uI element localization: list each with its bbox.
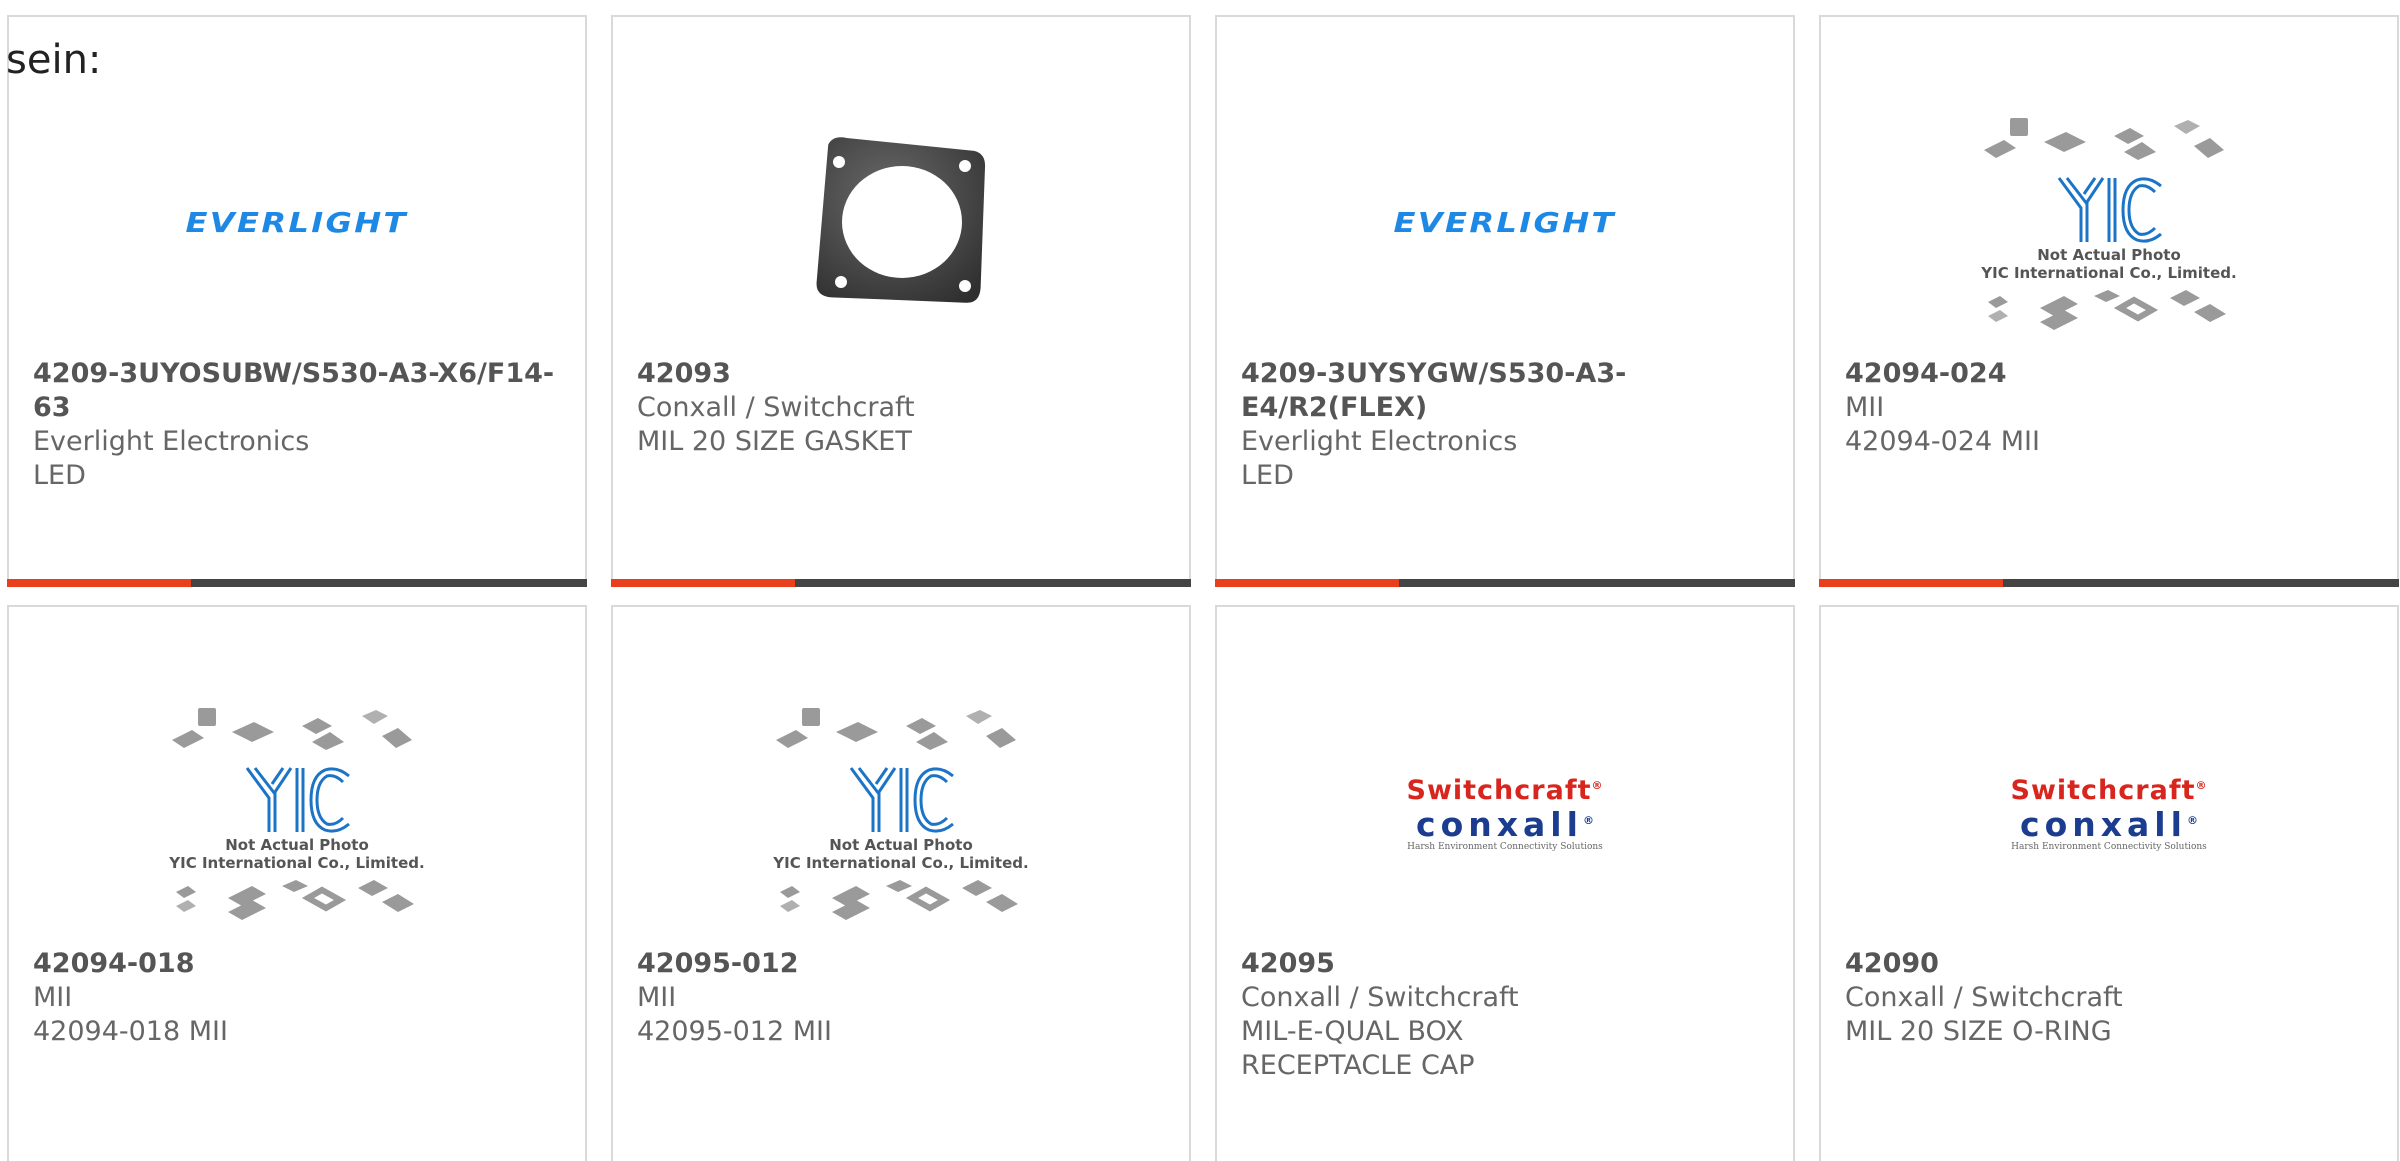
- chip-icons-top: [1984, 118, 2224, 160]
- manufacturer: Everlight Electronics: [33, 426, 310, 457]
- product-info: 42093 Conxall / Switchcraft MIL 20 SIZE …: [637, 357, 1165, 459]
- product-info: 4209-3UYSYGW/S530-A3-E4/R2(FLEX) Everlig…: [1241, 357, 1769, 493]
- description: 42094-024 MII: [1845, 426, 2040, 457]
- product-info: 4209-3UYOSUBW/S530-A3-X6/F14-63 Everligh…: [33, 357, 561, 493]
- manufacturer: Conxall / Switchcraft: [637, 392, 915, 423]
- conxall-tagline: Harsh Environment Connectivity Solutions: [2011, 841, 2207, 852]
- product-image[interactable]: Switchcraft® conxall® Harsh Environment …: [1821, 667, 2397, 957]
- gasket-photo: [816, 137, 986, 303]
- product-card[interactable]: Not Actual Photo YIC International Co., …: [7, 605, 587, 1161]
- everlight-logo: EVERLIGHT: [185, 205, 409, 239]
- yic-caption-line1: Not Actual Photo: [225, 836, 369, 854]
- chip-icons-top: [172, 708, 412, 750]
- yic-placeholder-image: Not Actual Photo YIC International Co., …: [766, 702, 1036, 922]
- description: 42095-012 MII: [637, 1016, 832, 1047]
- product-info: 42095-012 MII 42095-012 MII: [637, 947, 1165, 1049]
- conxall-tagline: Harsh Environment Connectivity Solutions: [1407, 841, 1603, 852]
- part-number-link[interactable]: 42094-018: [33, 947, 561, 981]
- yic-caption-line2: YIC International Co., Limited.: [1981, 264, 2237, 282]
- switchcraft-wordmark: Switchcraft: [2010, 774, 2196, 806]
- product-image[interactable]: [613, 77, 1189, 367]
- switchcraft-conxall-logo: Switchcraft® conxall® Harsh Environment …: [2011, 772, 2208, 853]
- product-card[interactable]: Switchcraft® conxall® Harsh Environment …: [1819, 605, 2399, 1161]
- product-card[interactable]: Not Actual Photo YIC International Co., …: [1819, 15, 2399, 587]
- everlight-logo: EVERLIGHT: [1393, 205, 1617, 239]
- chip-icons-bottom: [780, 880, 1018, 920]
- product-card[interactable]: EVERLIGHT 4209-3UYSYGW/S530-A3-E4/R2(FLE…: [1215, 15, 1795, 587]
- yic-placeholder-image: Not Actual Photo YIC International Co., …: [162, 702, 432, 922]
- part-number-link[interactable]: 42095-012: [637, 947, 1165, 981]
- yic-logo-icon: [849, 767, 954, 833]
- card-accent-bar: [7, 579, 587, 587]
- switchcraft-registered-mark: ®: [1591, 778, 1604, 792]
- description: LED: [33, 460, 86, 491]
- part-number-link[interactable]: 4209-3UYOSUBW/S530-A3-X6/F14-63: [33, 357, 561, 425]
- product-image[interactable]: Not Actual Photo YIC International Co., …: [613, 667, 1189, 957]
- product-info: 42095 Conxall / Switchcraft MIL-E-QUAL B…: [1241, 947, 1769, 1083]
- product-info: 42090 Conxall / Switchcraft MIL 20 SIZE …: [1845, 947, 2373, 1049]
- part-number-link[interactable]: 42093: [637, 357, 1165, 391]
- part-number-link[interactable]: 4209-3UYSYGW/S530-A3-E4/R2(FLEX): [1241, 357, 1769, 425]
- product-info: 42094-018 MII 42094-018 MII: [33, 947, 561, 1049]
- conxall-wordmark: conxall: [1416, 804, 1583, 844]
- conxall-wordmark: conxall: [2020, 804, 2187, 844]
- yic-placeholder-image: Not Actual Photo YIC International Co., …: [1974, 112, 2244, 332]
- product-image[interactable]: EVERLIGHT: [1217, 77, 1793, 367]
- part-number-link[interactable]: 42090: [1845, 947, 2373, 981]
- accent-segment: [1819, 579, 2003, 587]
- accent-segment: [611, 579, 795, 587]
- chip-icons-top: [776, 708, 1016, 750]
- product-card[interactable]: EVERLIGHT 4209-3UYOSUBW/S530-A3-X6/F14-6…: [7, 15, 587, 587]
- yic-caption-line2: YIC International Co., Limited.: [773, 854, 1029, 872]
- product-card[interactable]: Switchcraft® conxall® Harsh Environment …: [1215, 605, 1795, 1161]
- card-accent-bar: [611, 579, 1191, 587]
- product-card[interactable]: Not Actual Photo YIC International Co., …: [611, 605, 1191, 1161]
- part-number-link[interactable]: 42095: [1241, 947, 1769, 981]
- switchcraft-wordmark: Switchcraft: [1406, 774, 1592, 806]
- heading-fragment: sein:: [6, 37, 102, 83]
- product-image[interactable]: Not Actual Photo YIC International Co., …: [9, 667, 585, 957]
- product-image[interactable]: EVERLIGHT: [9, 77, 585, 367]
- description: MIL 20 SIZE GASKET: [637, 426, 912, 457]
- accent-segment: [7, 579, 191, 587]
- description: MIL 20 SIZE O-RING: [1845, 1016, 2112, 1047]
- description: LED: [1241, 460, 1294, 491]
- conxall-registered-mark: ®: [2186, 813, 2198, 827]
- manufacturer: Conxall / Switchcraft: [1845, 982, 2123, 1013]
- switchcraft-registered-mark: ®: [2195, 778, 2208, 792]
- manufacturer: Conxall / Switchcraft: [1241, 982, 1519, 1013]
- manufacturer: Everlight Electronics: [1241, 426, 1518, 457]
- card-accent-bar: [1819, 579, 2399, 587]
- product-grid-page: sein: EVERLIGHT 4209-3UYOSUBW/S530-A3-X6…: [0, 0, 2400, 1161]
- manufacturer: MII: [637, 982, 677, 1013]
- description: MIL-E-QUAL BOX RECEPTACLE CAP: [1241, 1016, 1475, 1081]
- chip-icons-bottom: [176, 880, 414, 920]
- manufacturer: MII: [1845, 392, 1885, 423]
- yic-caption-line2: YIC International Co., Limited.: [169, 854, 425, 872]
- yic-logo-icon: [245, 767, 350, 833]
- product-card[interactable]: 42093 Conxall / Switchcraft MIL 20 SIZE …: [611, 15, 1191, 587]
- yic-caption-line1: Not Actual Photo: [2037, 246, 2181, 264]
- yic-caption-line1: Not Actual Photo: [829, 836, 973, 854]
- description: 42094-018 MII: [33, 1016, 228, 1047]
- product-info: 42094-024 MII 42094-024 MII: [1845, 357, 2373, 459]
- part-number-link[interactable]: 42094-024: [1845, 357, 2373, 391]
- switchcraft-conxall-logo: Switchcraft® conxall® Harsh Environment …: [1407, 772, 1604, 853]
- accent-segment: [1215, 579, 1399, 587]
- yic-logo-icon: [2057, 177, 2162, 243]
- card-accent-bar: [1215, 579, 1795, 587]
- product-image[interactable]: Not Actual Photo YIC International Co., …: [1821, 77, 2397, 367]
- conxall-registered-mark: ®: [1582, 813, 1594, 827]
- manufacturer: MII: [33, 982, 73, 1013]
- product-image[interactable]: Switchcraft® conxall® Harsh Environment …: [1217, 667, 1793, 957]
- chip-icons-bottom: [1988, 290, 2226, 330]
